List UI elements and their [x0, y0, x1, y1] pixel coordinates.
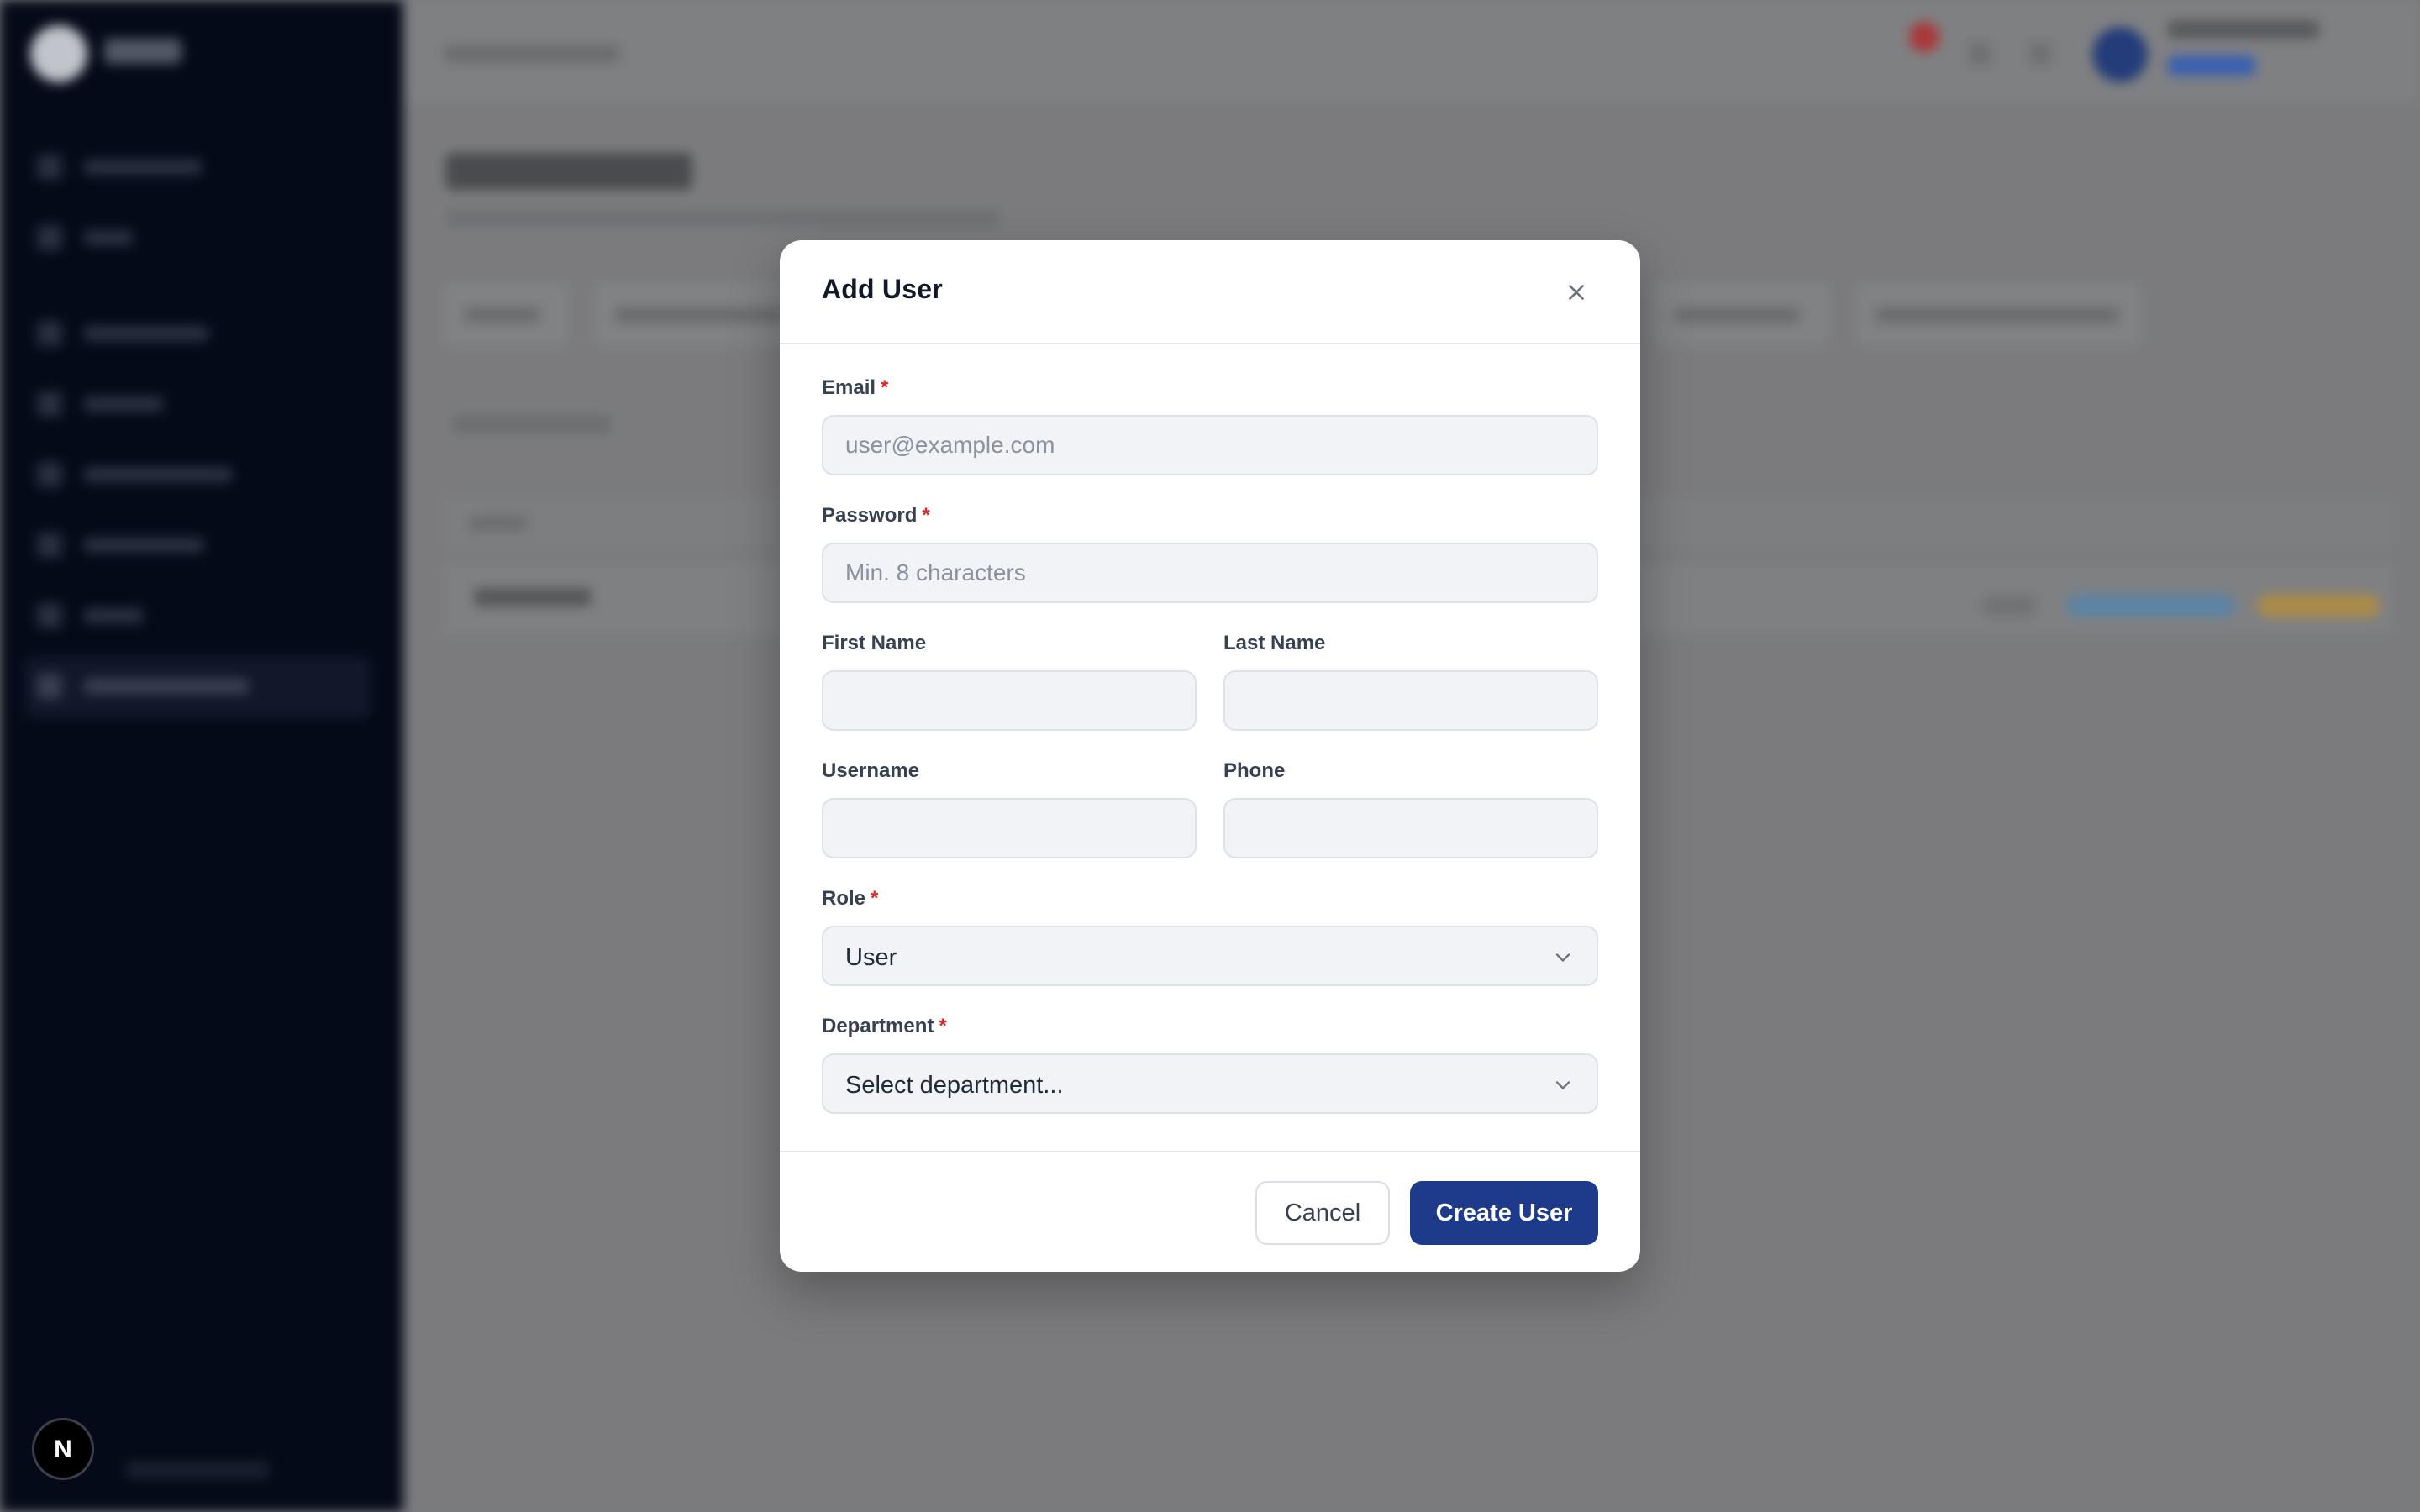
password-field[interactable] — [822, 543, 1598, 603]
username-label: Username — [822, 759, 920, 782]
password-label: Password * — [822, 504, 930, 528]
last-name-field[interactable] — [1223, 670, 1598, 731]
email-label: Email * — [822, 376, 888, 400]
role-label: Role * — [822, 887, 878, 911]
department-select-value: Select department... — [845, 1072, 1064, 1099]
username-field[interactable] — [822, 798, 1197, 858]
close-button[interactable] — [1555, 270, 1598, 314]
role-select[interactable]: User — [822, 926, 1598, 986]
required-marker: * — [922, 504, 930, 527]
department-label: Department * — [822, 1015, 947, 1038]
modal-footer: Cancel Create User — [780, 1151, 1640, 1272]
department-label-text: Department — [822, 1015, 934, 1037]
nextjs-logo-icon: N — [54, 1436, 72, 1463]
add-user-modal: Add User Email* Password* First Name Las… — [780, 240, 1640, 1272]
chevron-down-icon — [1555, 953, 1570, 962]
password-label-text: Password — [822, 504, 918, 527]
first-name-field[interactable] — [822, 670, 1197, 731]
create-user-button[interactable]: Create User — [1410, 1181, 1598, 1245]
required-marker: * — [871, 887, 879, 910]
role-select-value: User — [845, 944, 897, 971]
email-label-text: Email — [822, 376, 876, 399]
phone-field[interactable] — [1223, 798, 1598, 858]
email-field[interactable] — [822, 415, 1598, 475]
phone-label: Phone — [1223, 759, 1286, 782]
svg-text:N: N — [54, 1436, 72, 1463]
last-name-label: Last Name — [1223, 632, 1326, 654]
required-marker: * — [881, 376, 889, 399]
cancel-button[interactable]: Cancel — [1255, 1181, 1390, 1245]
first-name-label: First Name — [822, 632, 927, 654]
nextjs-badge[interactable]: N — [32, 1418, 94, 1480]
role-label-text: Role — [822, 887, 866, 910]
modal-title: Add User — [822, 274, 943, 304]
department-select[interactable]: Select department... — [822, 1053, 1598, 1114]
required-marker: * — [939, 1015, 947, 1037]
modal-header: Add User — [780, 240, 1640, 344]
chevron-down-icon — [1555, 1081, 1570, 1089]
close-icon — [1569, 285, 1584, 300]
